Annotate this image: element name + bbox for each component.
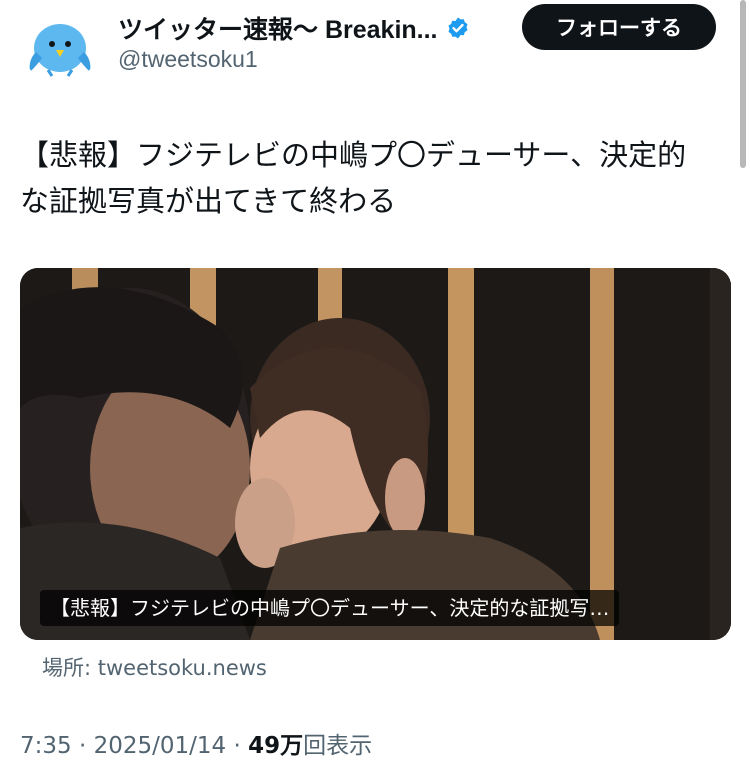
media-photo (20, 268, 731, 640)
author-name-row[interactable]: ツイッター速報〜 Breakin... (118, 10, 470, 46)
tweet-time[interactable]: 7:35 (20, 733, 72, 759)
meta-separator-2: · (226, 733, 249, 759)
tweet-text-line-1: 【悲報】フジテレビの中嶋プ〇デューサー、決定的 (20, 138, 687, 172)
author-handle[interactable]: @tweetsoku1 (118, 46, 258, 73)
meta-separator: · (71, 733, 94, 759)
follow-button[interactable]: フォローする (522, 4, 716, 50)
tweet-text: 【悲報】フジテレビの中嶋プ〇デューサー、決定的 な証拠写真が出てきて終わる (20, 132, 720, 224)
tweet-text-line-2: な証拠写真が出てきて終わる (20, 184, 397, 218)
avatar[interactable] (22, 8, 98, 84)
tweet-media-card[interactable]: 【悲報】フジテレビの中嶋プ〇デューサー、決定的な証拠写… (20, 268, 731, 640)
tweet-meta: 7:35 · 2025/01/14 · 49万 回表示 (20, 726, 372, 760)
views-count: 49万 (248, 733, 304, 759)
media-caption: 【悲報】フジテレビの中嶋プ〇デューサー、決定的な証拠写… (40, 590, 620, 626)
scrollbar[interactable] (740, 0, 746, 168)
author-display-name[interactable]: ツイッター速報〜 Breakin... (118, 10, 438, 46)
views-label: 回表示 (303, 733, 373, 759)
verified-badge-icon (448, 17, 467, 39)
tweet-date[interactable]: 2025/01/14 (94, 733, 227, 759)
link-source[interactable]: 場所: tweetsoku.news (42, 652, 267, 682)
bird-avatar-icon (29, 24, 91, 77)
